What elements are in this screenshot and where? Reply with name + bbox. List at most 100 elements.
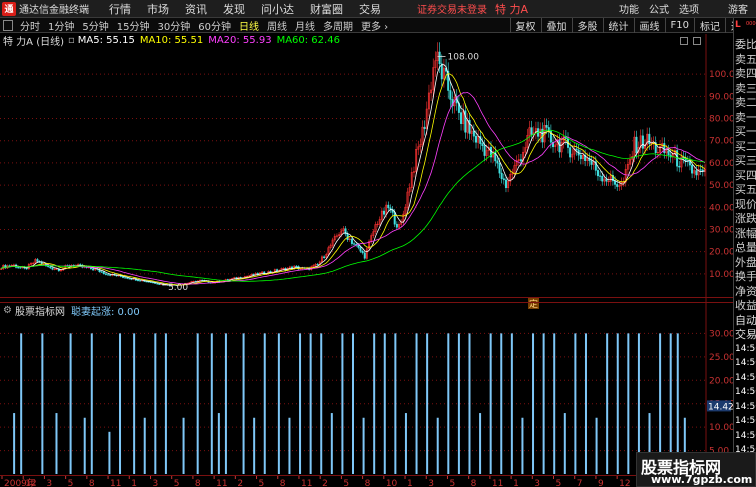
menu-item-news[interactable]: 资讯 [177, 1, 215, 17]
candle-body [122, 276, 125, 278]
signal-bar [210, 333, 213, 474]
quote-field-label: 卖三 [735, 81, 756, 95]
panel-separator[interactable] [0, 297, 733, 298]
candle-body [316, 263, 319, 266]
period-daily[interactable]: 日线 [235, 18, 263, 33]
period-60min[interactable]: 60分钟 [194, 18, 235, 33]
signal-bar [553, 333, 556, 474]
candle-body [17, 267, 20, 269]
menu-function[interactable]: 功能 [614, 1, 644, 16]
period-weekly[interactable]: 周线 [263, 18, 291, 33]
period-1min[interactable]: 1分钟 [44, 18, 78, 33]
signal-bar [383, 333, 386, 474]
price-tick-label: 50.00 [709, 181, 733, 191]
candle-body [25, 268, 28, 270]
candle-body [128, 278, 131, 280]
date-label: 8 [365, 479, 371, 487]
candle-body [635, 136, 638, 154]
menu-options[interactable]: 选项 [674, 1, 704, 16]
tool-adjust[interactable]: 复权 [509, 17, 541, 33]
candle-body [361, 250, 364, 254]
date-label: 11 [216, 479, 227, 487]
panel-toggle-icon[interactable] [3, 19, 13, 31]
candle-body [596, 170, 599, 177]
signal-bar [468, 333, 471, 474]
tool-stats[interactable]: 统计 [602, 17, 634, 33]
candle-body [49, 266, 52, 269]
candle-body [695, 170, 698, 176]
period-more[interactable]: 更多 › [357, 18, 392, 33]
low-price-label: 5.00 [168, 283, 188, 293]
candle-body [130, 278, 133, 280]
candle-body [599, 175, 602, 177]
signal-bar [330, 413, 333, 474]
price-tick-label: 80.00 [709, 115, 733, 125]
tool-draw[interactable]: 画线 [633, 17, 665, 33]
ma5-line [0, 64, 705, 286]
signal-bar [404, 413, 407, 474]
price-tick-label: 40.00 [709, 203, 733, 213]
menu-item-ask[interactable]: 问小达 [253, 1, 302, 17]
indicator-legend: ⚙ 股票指标网 聪妻起涨: 0.00 [0, 303, 140, 318]
period-multi[interactable]: 多周期 [319, 18, 357, 33]
menu-item-trade[interactable]: 交易 [351, 1, 389, 17]
period-5min[interactable]: 5分钟 [78, 18, 112, 33]
indicator-gear-icon[interactable]: ⚙ [3, 305, 12, 316]
chart-area[interactable]: 100.0 90.00 80.00 70.00 60.00 50.00 40.00 30.00… [0, 34, 735, 479]
tool-multi-stock[interactable]: 多股 [571, 17, 603, 33]
indicator-name[interactable]: 股票指标网 [15, 303, 65, 318]
signal-bar [217, 413, 220, 474]
candle-body [519, 159, 522, 162]
kline-chart-svg[interactable]: 100.0 90.00 80.00 70.00 60.00 50.00 40.00 30.00… [0, 34, 735, 479]
candle-body [496, 160, 499, 164]
date-label: 11 [492, 479, 503, 487]
candle-body [438, 51, 441, 64]
quote-field-label: 14:56 [735, 401, 756, 412]
candle-body [295, 265, 298, 267]
candle-body [502, 178, 505, 181]
quote-field-label: 涨幅 [735, 226, 756, 240]
candle-body [545, 125, 548, 128]
tool-mark[interactable]: 标记 [694, 17, 725, 33]
candle-body [667, 150, 670, 156]
menu-item-markets[interactable]: 市场 [139, 1, 177, 17]
quote-field-label: 委比 [735, 38, 756, 51]
indicator-tick-label: 10.00 [709, 423, 733, 433]
indicator-formula-value: 聪妻起涨: 0.00 [70, 307, 140, 318]
chevron-right-icon: › [384, 21, 389, 33]
tool-overlay[interactable]: 叠加 [540, 17, 572, 33]
candle-body [36, 259, 39, 262]
signal-bar [489, 333, 492, 474]
chart-tools: 复权 叠加 多股 统计 画线 F10 标记 返回 [509, 17, 756, 33]
candle-body [440, 63, 443, 80]
candle-body [530, 127, 533, 135]
ma20-line [0, 92, 706, 285]
signal-bar [196, 333, 199, 474]
candle-body [47, 265, 50, 267]
signal-bar [253, 417, 256, 474]
period-toolbar: 分时 1分钟 5分钟 15分钟 30分钟 60分钟 日线 周线 月线 多周期 更… [0, 17, 756, 33]
guest-login[interactable]: 游客 [728, 1, 748, 16]
tool-f10[interactable]: F10 [664, 17, 694, 33]
candle-body [614, 180, 617, 185]
menu-item-wealth[interactable]: 财富圈 [302, 1, 351, 17]
signal-bar [90, 333, 93, 474]
menu-item-discover[interactable]: 发现 [215, 1, 253, 17]
signal-bar [500, 333, 503, 474]
period-monthly[interactable]: 月线 [291, 18, 319, 33]
current-stock-name: 特 力A [495, 2, 529, 16]
trade-login-notice[interactable]: 证券交易未登录 [417, 1, 487, 16]
signal-bar [574, 333, 577, 474]
menu-formula[interactable]: 公式 [644, 1, 674, 16]
candle-body [124, 277, 127, 279]
signal-bar [133, 333, 136, 474]
menu-item-market[interactable]: 行情 [101, 1, 139, 17]
date-label: 1 [513, 479, 519, 487]
period-30min[interactable]: 30分钟 [153, 18, 194, 33]
date-label: 5 [68, 479, 74, 487]
quote-panel-letter[interactable]: L [735, 20, 741, 30]
signal-bar [13, 413, 16, 474]
date-label: 2 [237, 479, 243, 487]
period-timeshare[interactable]: 分时 [16, 18, 44, 33]
period-15min[interactable]: 15分钟 [113, 18, 154, 33]
